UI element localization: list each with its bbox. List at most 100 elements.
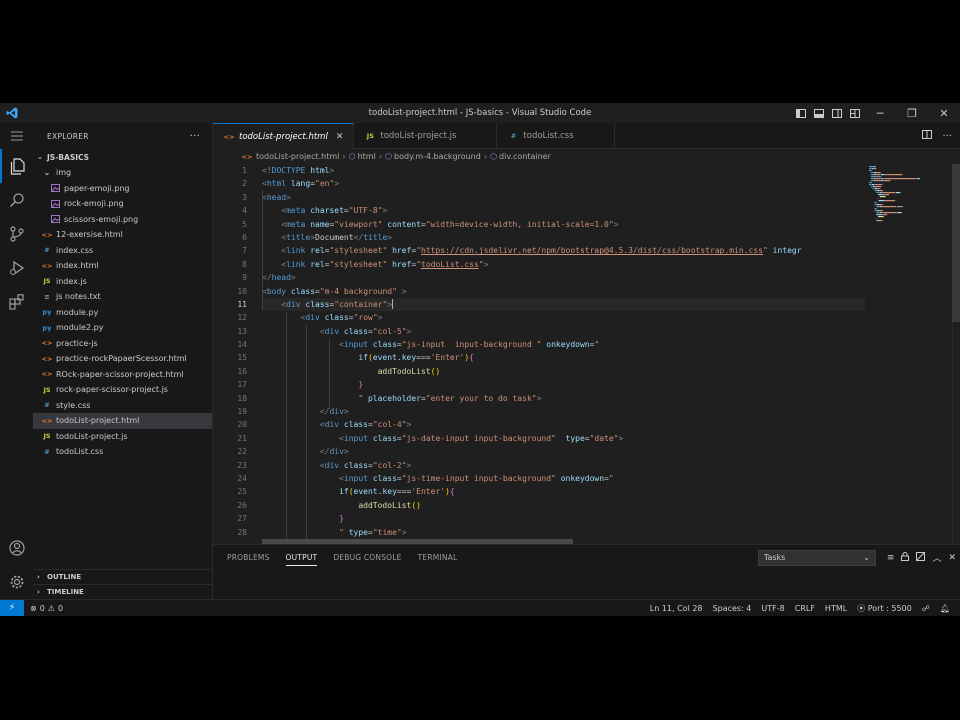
restore-icon[interactable]: ❐ [896, 103, 928, 123]
scrollbar-thumb[interactable] [952, 164, 960, 322]
file-tree-item[interactable]: <> 12-exersise.html [33, 227, 212, 243]
code-line[interactable]: <meta name="viewport" content="width=dev… [262, 218, 865, 231]
settings-gear-icon[interactable] [0, 565, 33, 599]
code-line[interactable]: <div class="col-2"> [262, 459, 865, 472]
code-line[interactable]: <link rel="stylesheet" href="https://cdn… [262, 244, 865, 257]
code-line[interactable]: } [262, 512, 865, 525]
close-window-icon[interactable]: ✕ [928, 103, 960, 123]
remote-indicator-icon[interactable]: ⚡ [0, 599, 24, 616]
editor-more-actions-icon[interactable]: ··· [942, 131, 952, 142]
file-tree-item[interactable]: rock-emoji.png [33, 196, 212, 212]
editor-tab[interactable]: <> todoList-project.html ✕ [213, 123, 355, 149]
code-line[interactable]: <title>Document</title> [262, 231, 865, 244]
file-tree-item[interactable]: # todoList.css [33, 444, 212, 460]
notifications-bell-icon[interactable]: 🔔︎ [940, 604, 950, 613]
code-line[interactable]: </div> [262, 405, 865, 418]
code-line[interactable]: <div class="row"> [262, 311, 865, 324]
code-line[interactable]: <div class="col-4"> [262, 418, 865, 431]
breadcrumb-item[interactable]: todoList-project.html [256, 152, 339, 161]
warning-count[interactable]: 0 [58, 604, 63, 613]
search-icon[interactable] [0, 183, 33, 217]
breadcrumb-item[interactable]: div.container [499, 152, 551, 161]
menu-icon[interactable] [0, 123, 33, 149]
code-editor[interactable]: 1 2 3 4 5 6 7 8 9 10 11 12 13 14 15 16 17 18 19 20 21 22 23 24 2… [213, 164, 960, 544]
file-tree-item[interactable]: # style.css [33, 398, 212, 414]
breadcrumb-item[interactable]: body.m-4.background [394, 152, 481, 161]
file-tree-item[interactable]: <> practice-js [33, 336, 212, 352]
file-tree-item[interactable]: py module2.py [33, 320, 212, 336]
code-line[interactable]: </head> [262, 271, 865, 284]
file-tree-item[interactable]: # index.css [33, 243, 212, 259]
error-icon[interactable]: ⊗ [30, 604, 37, 613]
file-tree-item[interactable]: ≡ js notes.txt [33, 289, 212, 305]
more-actions-icon[interactable]: ··· [190, 131, 200, 142]
language-mode[interactable]: HTML [825, 604, 847, 613]
code-line[interactable]: <div class="container"> [262, 297, 865, 312]
file-tree-item[interactable]: JS todoList-project.js [33, 429, 212, 445]
file-tree-item[interactable]: <> practice-rockPapaerScessor.html [33, 351, 212, 367]
file-tree-item[interactable]: py module.py [33, 305, 212, 321]
cursor-position[interactable]: Ln 11, Col 28 [650, 604, 703, 613]
code-line[interactable]: <input class="js-time-input input-backgr… [262, 472, 865, 485]
toggle-primary-sidebar-icon[interactable] [792, 103, 810, 123]
file-tree-item[interactable]: paper-emoji.png [33, 181, 212, 197]
breadcrumb-item[interactable]: html [358, 152, 376, 161]
end-of-line[interactable]: CRLF [795, 604, 815, 613]
split-editor-icon[interactable] [922, 130, 933, 142]
code-line[interactable]: " placeholder="enter your to do task"> [262, 392, 865, 405]
code-line[interactable]: <link rel="stylesheet" href="todoList.cs… [262, 258, 865, 271]
code-line[interactable]: <html lang="en"> [262, 177, 865, 190]
file-tree-item[interactable]: scissors-emoji.png [33, 212, 212, 228]
code-line[interactable]: if(event.key==='Enter'){ [262, 485, 865, 498]
code-line[interactable]: <div class="col-5"> [262, 325, 865, 338]
source-control-icon[interactable] [0, 217, 33, 251]
feedback-icon[interactable]: ☍ [922, 604, 930, 613]
panel-tab-output[interactable]: OUTPUT [285, 549, 318, 566]
code-line[interactable]: <input class="js-input input-background … [262, 338, 865, 351]
file-tree-item[interactable]: JS index.js [33, 274, 212, 290]
editor-tab[interactable]: JS todoList-project.js [354, 123, 498, 149]
code-line[interactable]: addTodoList() [262, 499, 865, 512]
code-line[interactable]: <head> [262, 191, 865, 204]
run-debug-icon[interactable] [0, 251, 33, 285]
editor-tab[interactable]: # todoList.css [497, 123, 615, 149]
code-area[interactable]: <!DOCTYPE html> <html lang="en"> <head> <m… [262, 164, 865, 544]
workspace-root[interactable]: ⌄ JS-BASICS [33, 149, 212, 165]
file-tree-item[interactable]: <> todoList-project.html [33, 413, 212, 429]
outline-section[interactable]: › OUTLINE [33, 569, 213, 584]
code-line[interactable]: " type="time"> [262, 526, 865, 539]
indentation[interactable]: Spaces: 4 [713, 604, 752, 613]
code-line[interactable]: if(event.key==='Enter'){ [262, 351, 865, 364]
clear-output-icon[interactable] [916, 551, 926, 564]
close-tab-icon[interactable]: ✕ [336, 132, 344, 142]
panel-tab-debug-console[interactable]: DEBUG CONSOLE [333, 553, 401, 562]
code-line[interactable]: <meta charset="UTF-8"> [262, 204, 865, 217]
code-line[interactable]: </div> [262, 445, 865, 458]
output-channel-select[interactable]: Tasks ⌄ [757, 549, 876, 566]
panel-tab-terminal[interactable]: TERMINAL [418, 553, 458, 562]
customize-layout-icon[interactable] [846, 103, 864, 123]
extensions-icon[interactable] [0, 285, 33, 319]
timeline-section[interactable]: › TIMELINE [33, 584, 213, 599]
file-tree-item[interactable]: JS rock-paper-scissor-project.js [33, 382, 212, 398]
panel-tab-problems[interactable]: PROBLEMS [227, 553, 270, 562]
minimap[interactable] [867, 164, 947, 544]
maximize-panel-icon[interactable]: ︿ [932, 551, 941, 564]
code-line[interactable]: <input class="js-date-input input-backgr… [262, 432, 865, 445]
file-tree-item[interactable]: ⌄ img [33, 165, 212, 181]
toggle-secondary-sidebar-icon[interactable] [828, 103, 846, 123]
toggle-panel-icon[interactable] [810, 103, 828, 123]
error-count[interactable]: 0 [40, 604, 45, 613]
code-line[interactable]: } [262, 378, 865, 391]
live-server-port[interactable]: ⦿ Port : 5500 [857, 603, 912, 614]
warning-icon[interactable]: ⚠ [48, 604, 55, 613]
code-line[interactable]: <!DOCTYPE html> [262, 164, 865, 177]
file-tree-item[interactable]: <> index.html [33, 258, 212, 274]
accounts-icon[interactable] [0, 531, 33, 565]
code-line[interactable]: addTodoList() [262, 365, 865, 378]
close-panel-icon[interactable]: ✕ [948, 553, 956, 563]
minimize-icon[interactable]: ─ [864, 103, 896, 123]
filter-list-icon[interactable]: ≡ [887, 553, 895, 563]
file-tree-item[interactable]: <> ROck-paper-scissor-project.html [33, 367, 212, 383]
code-line[interactable]: <body class="m-4 background" > [262, 285, 865, 298]
